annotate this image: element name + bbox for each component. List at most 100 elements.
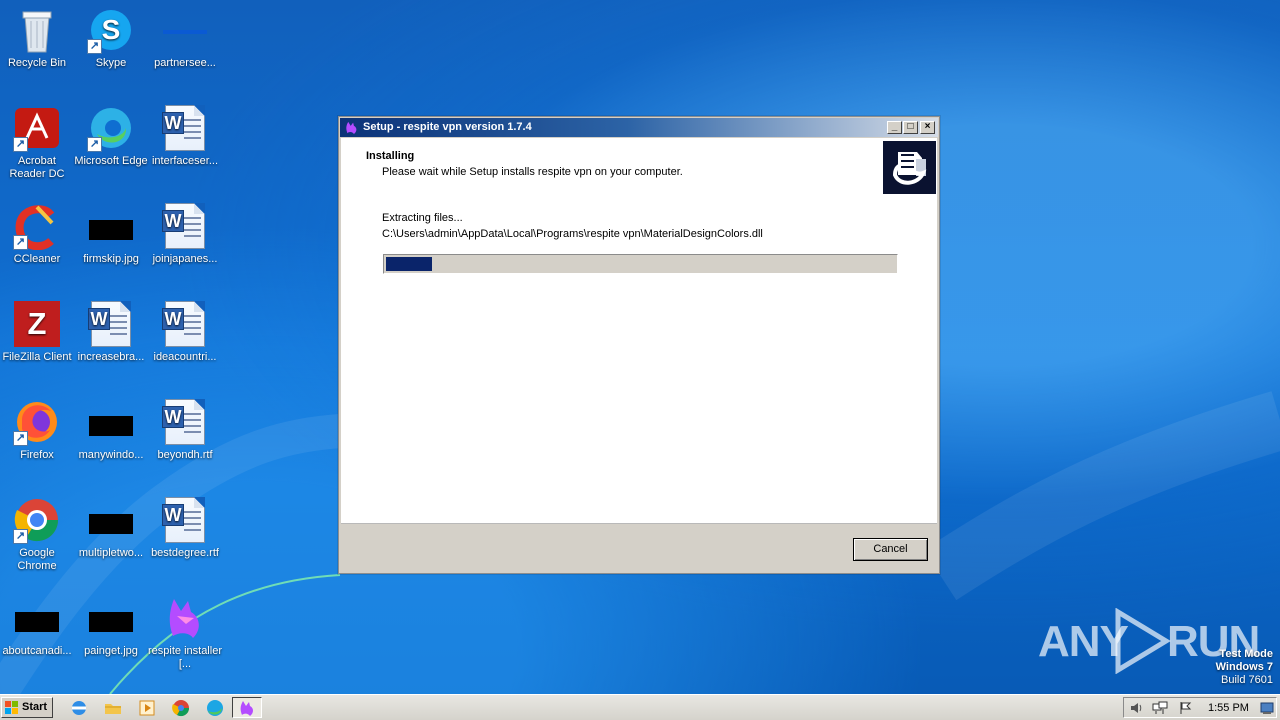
desktop-icon-joinjapanes[interactable]: W joinjapanes... xyxy=(148,196,222,280)
word-document-icon: W xyxy=(161,398,209,446)
word-document-icon: W xyxy=(161,300,209,348)
desktop-icon-label: ideacountri... xyxy=(153,351,217,363)
install-progress-bar xyxy=(383,254,898,274)
close-button[interactable]: × xyxy=(920,121,935,134)
desktop-icon-label: increasebra... xyxy=(77,351,145,363)
start-button[interactable]: Start xyxy=(1,697,53,718)
setup-window[interactable]: Setup - respite vpn version 1.7.4 _ □ × … xyxy=(338,116,940,574)
svg-text:S: S xyxy=(102,14,121,45)
build-number-line: Build 7601 xyxy=(1221,674,1273,686)
desktop-icon-label: firmskip.jpg xyxy=(83,253,139,265)
cancel-button[interactable]: Cancel xyxy=(853,538,928,561)
maximize-button[interactable]: □ xyxy=(903,121,918,134)
desktop-icon-filezilla[interactable]: Z FileZilla Client xyxy=(0,294,74,378)
wolf-installer-icon xyxy=(161,594,209,642)
start-label: Start xyxy=(22,701,48,713)
desktop-icon-label: Skype xyxy=(95,57,127,69)
wolf-app-icon xyxy=(346,121,357,134)
desktop-icon-manywindo[interactable]: manywindo... xyxy=(74,392,148,476)
shortcut-arrow-icon: ↗ xyxy=(13,431,28,446)
desktop-icon-microsoft-edge[interactable]: ↗ Microsoft Edge xyxy=(74,98,148,182)
desktop-icon-label: painget.jpg xyxy=(84,645,138,657)
desktop-icon-label: bestdegree.rtf xyxy=(151,547,219,559)
windows-version-line: Windows 7 xyxy=(1215,661,1273,673)
desktop-icon-bestdegree[interactable]: W bestdegree.rtf xyxy=(148,490,222,574)
volume-icon[interactable] xyxy=(1129,701,1143,715)
shortcut-arrow-icon: ↗ xyxy=(13,235,28,250)
desktop-icon-interfaceser[interactable]: W interfaceser... xyxy=(148,98,222,182)
desktop-icon-label: joinjapanes... xyxy=(152,253,218,265)
desktop-icon-firmskip[interactable]: firmskip.jpg xyxy=(74,196,148,280)
desktop-icon-label: beyondh.rtf xyxy=(157,449,213,461)
ccleaner-icon: ↗ xyxy=(13,202,61,251)
word-document-icon: W xyxy=(87,300,135,348)
system-tray[interactable]: 1:55 PM xyxy=(1123,697,1277,718)
shortcut-arrow-icon: ↗ xyxy=(87,137,102,152)
chrome-icon: ↗ xyxy=(13,496,61,544)
firefox-icon: ↗ xyxy=(13,398,61,446)
image-file-icon xyxy=(87,202,135,250)
wolf-task-icon xyxy=(240,701,253,716)
shortcut-arrow-icon: ↗ xyxy=(13,529,28,544)
extracting-status: Extracting files... xyxy=(382,212,463,224)
desktop-icon-label: Recycle Bin xyxy=(7,57,67,69)
desktop-icon-recycle-bin[interactable]: Recycle Bin xyxy=(0,0,74,84)
desktop-icon-label: multipletwo... xyxy=(78,547,144,559)
taskbar: Start 1:55 PM xyxy=(0,694,1280,720)
image-file-icon xyxy=(87,594,135,642)
desktop-icon-ideacountri[interactable]: W ideacountri... xyxy=(148,294,222,378)
any-run-watermark: ANY RUN xyxy=(1038,606,1260,674)
action-center-flag-icon[interactable] xyxy=(1179,701,1193,715)
desktop-icon-label: manywindo... xyxy=(78,449,144,461)
desktop-icon-label: FileZilla Client xyxy=(2,351,72,363)
desktop-icon-beyondh[interactable]: W beyondh.rtf xyxy=(148,392,222,476)
desktop-icon-label: partnersee... xyxy=(154,57,216,69)
image-file-icon xyxy=(13,594,61,642)
quicklaunch-internet-explorer-icon[interactable] xyxy=(68,698,92,718)
install-heading: Installing xyxy=(366,150,415,162)
desktop-icon-label: interfaceser... xyxy=(151,155,219,167)
desktop-icon-label: aboutcanadi... xyxy=(2,645,72,657)
desktop-icon-painget[interactable]: painget.jpg xyxy=(74,588,148,672)
image-file-icon xyxy=(87,398,135,446)
desktop-icon-respite-installer[interactable]: respite installer [... xyxy=(148,588,222,672)
word-document-icon: W xyxy=(161,496,209,544)
desktop-icon-label: CCleaner xyxy=(13,253,61,265)
clock-time[interactable]: 1:55 PM xyxy=(1208,702,1249,714)
quicklaunch-folder-icon[interactable] xyxy=(102,698,126,718)
shortcut-arrow-icon: ↗ xyxy=(87,39,102,54)
desktop-icon-label: Acrobat Reader DC xyxy=(9,155,65,180)
setup-titlebar[interactable]: Setup - respite vpn version 1.7.4 _ □ × xyxy=(340,118,938,137)
quicklaunch-edge-icon[interactable] xyxy=(204,698,228,718)
desktop-icon-partnersee[interactable]: partnersee... xyxy=(148,0,222,84)
windows-logo-icon xyxy=(5,701,18,714)
edge-icon: ↗ xyxy=(87,104,135,152)
desktop-icon-aboutcanadi[interactable]: aboutcanadi... xyxy=(0,588,74,672)
test-mode-watermark: Test Mode Windows 7 Build 7601 xyxy=(1216,648,1273,687)
desktop-icon-ccleaner[interactable]: ↗ CCleaner xyxy=(0,196,74,280)
desktop-icon-increasebra[interactable]: W increasebra... xyxy=(74,294,148,378)
skype-icon: S ↗ xyxy=(87,6,135,54)
play-icon xyxy=(1115,608,1171,674)
test-mode-line: Test Mode xyxy=(1219,648,1273,660)
install-subheading: Please wait while Setup installs respite… xyxy=(382,166,683,178)
show-desktop-icon[interactable] xyxy=(1260,701,1274,715)
desktop-icon-label: Microsoft Edge xyxy=(74,155,148,167)
recycle-bin-icon xyxy=(13,6,61,54)
current-file-path: C:\Users\admin\AppData\Local\Programs\re… xyxy=(382,228,763,240)
filezilla-icon: Z xyxy=(13,300,61,348)
word-document-icon: W xyxy=(161,104,209,152)
desktop-icon-acrobat[interactable]: ↗ Acrobat Reader DC xyxy=(0,98,74,182)
desktop-icon-label: Firefox xyxy=(20,449,54,461)
desktop-icon-firefox[interactable]: ↗ Firefox xyxy=(0,392,74,476)
desktop-icon-label: respite installer [... xyxy=(148,645,222,670)
file-icon xyxy=(161,6,209,54)
desktop-icon-multipletwo[interactable]: multipletwo... xyxy=(74,490,148,574)
minimize-button[interactable]: _ xyxy=(887,121,902,134)
desktop-icon-google-chrome[interactable]: ↗ Google Chrome xyxy=(0,490,74,574)
network-icon[interactable] xyxy=(1152,701,1168,715)
quicklaunch-media-player-icon[interactable] xyxy=(136,698,160,718)
taskbar-setup-window-button[interactable] xyxy=(232,697,262,718)
quicklaunch-chrome-icon[interactable] xyxy=(170,698,194,718)
desktop-icon-skype[interactable]: S ↗ Skype xyxy=(74,0,148,84)
